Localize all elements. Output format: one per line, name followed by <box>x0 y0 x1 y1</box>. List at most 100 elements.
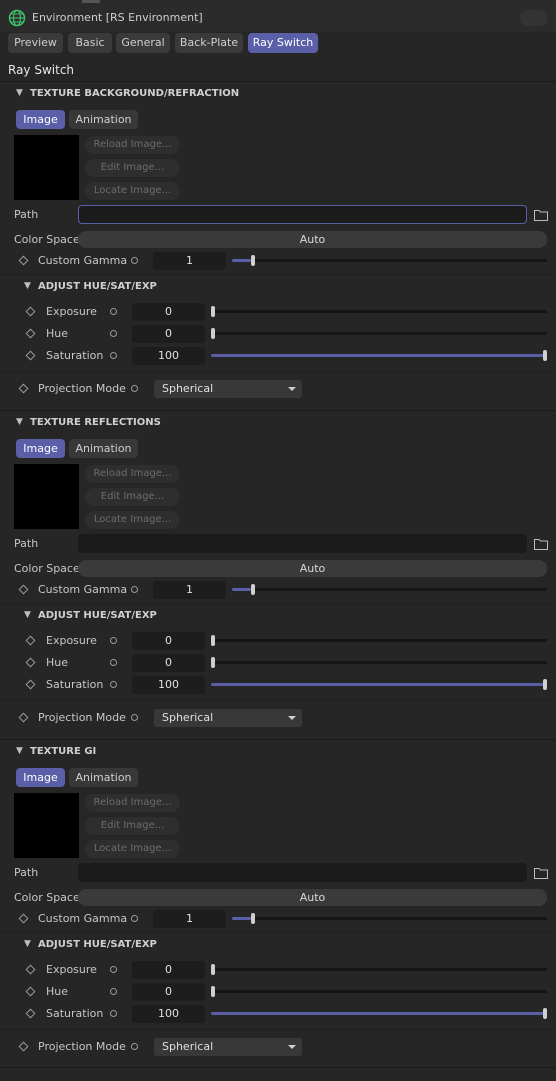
custom-gamma-slider[interactable] <box>232 584 547 595</box>
slider-handle[interactable] <box>211 328 215 339</box>
slider-handle[interactable] <box>250 913 255 924</box>
locate-image-button[interactable]: Locate Image... <box>85 182 180 200</box>
hue-field[interactable]: 0 <box>132 654 205 672</box>
saturation-field[interactable]: 100 <box>132 347 205 365</box>
exposure-slider[interactable] <box>211 635 547 646</box>
edit-image-button[interactable]: Edit Image... <box>85 159 180 177</box>
chevron-down-icon[interactable]: ▼ <box>24 939 34 949</box>
projection-mode-dropdown[interactable]: Spherical <box>154 709 302 727</box>
animation-circle-icon[interactable] <box>131 257 138 264</box>
custom-gamma-field[interactable]: 1 <box>153 910 226 928</box>
reload-image-button[interactable]: Reload Image... <box>85 465 180 483</box>
keyframe-diamond-icon[interactable] <box>18 383 29 394</box>
section-title[interactable]: TEXTURE GI <box>30 746 96 757</box>
slider-handle[interactable] <box>250 584 255 595</box>
animation-circle-icon[interactable] <box>131 1043 138 1050</box>
exposure-slider[interactable] <box>211 306 547 317</box>
custom-gamma-slider[interactable] <box>232 913 547 924</box>
hue-slider[interactable] <box>211 328 547 339</box>
chevron-down-icon[interactable]: ▼ <box>24 610 34 620</box>
chevron-down-icon[interactable]: ▼ <box>16 417 26 427</box>
saturation-slider[interactable] <box>211 679 547 690</box>
subtab-animation[interactable]: Animation <box>69 110 138 129</box>
hue-slider[interactable] <box>211 657 547 668</box>
saturation-slider[interactable] <box>211 350 547 361</box>
keyframe-diamond-icon[interactable] <box>25 964 36 975</box>
keyframe-diamond-icon[interactable] <box>18 712 29 723</box>
slider-handle[interactable] <box>543 350 547 361</box>
animation-circle-icon[interactable] <box>110 637 117 644</box>
exposure-field[interactable]: 0 <box>132 632 205 650</box>
keyframe-diamond-icon[interactable] <box>25 986 36 997</box>
custom-gamma-field[interactable]: 1 <box>153 581 226 599</box>
slider-handle[interactable] <box>211 657 215 668</box>
section-title[interactable]: TEXTURE BACKGROUND/REFRACTION <box>30 88 239 99</box>
subtab-image[interactable]: Image <box>16 110 65 129</box>
animation-circle-icon[interactable] <box>110 659 117 666</box>
adjust-title[interactable]: ADJUST HUE/SAT/EXP <box>38 281 157 292</box>
path-input[interactable] <box>78 863 527 882</box>
subtab-image[interactable]: Image <box>16 439 65 458</box>
slider-handle[interactable] <box>250 255 255 266</box>
keyframe-diamond-icon[interactable] <box>18 913 29 924</box>
animation-circle-icon[interactable] <box>131 586 138 593</box>
exposure-field[interactable]: 0 <box>132 961 205 979</box>
exposure-field[interactable]: 0 <box>132 303 205 321</box>
edit-image-button[interactable]: Edit Image... <box>85 817 180 835</box>
hue-slider[interactable] <box>211 986 547 997</box>
hue-field[interactable]: 0 <box>132 983 205 1001</box>
animation-circle-icon[interactable] <box>110 330 117 337</box>
animation-circle-icon[interactable] <box>110 352 117 359</box>
locate-image-button[interactable]: Locate Image... <box>85 511 180 529</box>
adjust-title[interactable]: ADJUST HUE/SAT/EXP <box>38 939 157 950</box>
keyframe-diamond-icon[interactable] <box>25 350 36 361</box>
keyframe-diamond-icon[interactable] <box>25 657 36 668</box>
hue-field[interactable]: 0 <box>132 325 205 343</box>
tab-general[interactable]: General <box>116 33 170 53</box>
color-space-dropdown[interactable]: Auto <box>78 231 547 248</box>
lock-toggle[interactable] <box>520 10 548 26</box>
keyframe-diamond-icon[interactable] <box>25 679 36 690</box>
subtab-animation[interactable]: Animation <box>69 768 138 787</box>
keyframe-diamond-icon[interactable] <box>18 255 29 266</box>
tab-preview[interactable]: Preview <box>8 33 63 53</box>
animation-circle-icon[interactable] <box>110 988 117 995</box>
chevron-down-icon[interactable]: ▼ <box>24 281 34 291</box>
keyframe-diamond-icon[interactable] <box>18 584 29 595</box>
locate-image-button[interactable]: Locate Image... <box>85 840 180 858</box>
slider-handle[interactable] <box>211 306 215 317</box>
saturation-field[interactable]: 100 <box>132 1005 205 1023</box>
saturation-slider[interactable] <box>211 1008 547 1019</box>
tab-back-plate[interactable]: Back-Plate <box>175 33 243 53</box>
animation-circle-icon[interactable] <box>131 915 138 922</box>
folder-icon[interactable] <box>534 867 548 879</box>
keyframe-diamond-icon[interactable] <box>25 1008 36 1019</box>
reload-image-button[interactable]: Reload Image... <box>85 794 180 812</box>
animation-circle-icon[interactable] <box>110 1010 117 1017</box>
slider-handle[interactable] <box>211 635 215 646</box>
color-space-dropdown[interactable]: Auto <box>78 560 547 577</box>
animation-circle-icon[interactable] <box>131 714 138 721</box>
animation-circle-icon[interactable] <box>131 385 138 392</box>
color-space-dropdown[interactable]: Auto <box>78 889 547 906</box>
keyframe-diamond-icon[interactable] <box>25 306 36 317</box>
subtab-image[interactable]: Image <box>16 768 65 787</box>
slider-handle[interactable] <box>543 1008 547 1019</box>
animation-circle-icon[interactable] <box>110 308 117 315</box>
slider-handle[interactable] <box>543 679 547 690</box>
slider-handle[interactable] <box>211 986 215 997</box>
adjust-title[interactable]: ADJUST HUE/SAT/EXP <box>38 610 157 621</box>
slider-handle[interactable] <box>211 964 215 975</box>
path-input[interactable] <box>78 534 527 553</box>
folder-icon[interactable] <box>534 209 548 221</box>
reload-image-button[interactable]: Reload Image... <box>85 136 180 154</box>
animation-circle-icon[interactable] <box>110 681 117 688</box>
tab-basic[interactable]: Basic <box>68 33 112 53</box>
saturation-field[interactable]: 100 <box>132 676 205 694</box>
edit-image-button[interactable]: Edit Image... <box>85 488 180 506</box>
chevron-down-icon[interactable]: ▼ <box>16 88 26 98</box>
projection-mode-dropdown[interactable]: Spherical <box>154 1038 302 1056</box>
section-title[interactable]: TEXTURE REFLECTIONS <box>30 417 161 428</box>
animation-circle-icon[interactable] <box>110 966 117 973</box>
custom-gamma-field[interactable]: 1 <box>153 252 226 270</box>
